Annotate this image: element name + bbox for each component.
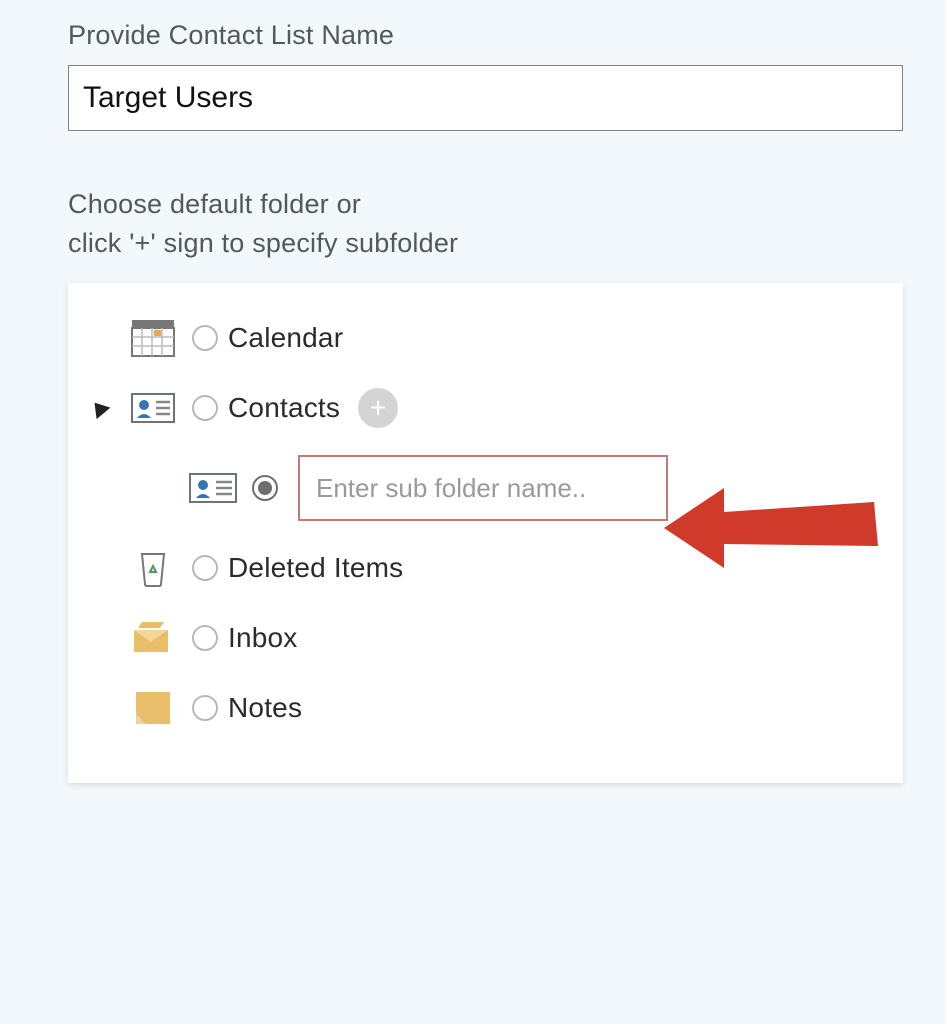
- radio-deleted[interactable]: [192, 555, 218, 581]
- add-subfolder-button[interactable]: +: [358, 388, 398, 428]
- deleted-items-icon: [128, 546, 178, 590]
- folder-tree-panel: Calendar Contacts +: [68, 283, 903, 783]
- expand-toggle-contacts[interactable]: [88, 397, 111, 419]
- inbox-icon: [128, 616, 178, 660]
- contacts-subfolder-icon: [188, 466, 238, 510]
- folder-label-calendar: Calendar: [228, 322, 343, 354]
- radio-notes[interactable]: [192, 695, 218, 721]
- contacts-icon: [128, 386, 178, 430]
- folder-row-contacts: Contacts +: [88, 373, 883, 443]
- radio-calendar[interactable]: [192, 325, 218, 351]
- folder-row-notes: Notes: [88, 673, 883, 743]
- folder-label-notes: Notes: [228, 692, 302, 724]
- folder-label-contacts: Contacts: [228, 392, 340, 424]
- subfolder-name-input[interactable]: Enter sub folder name..: [298, 455, 668, 521]
- folder-label-inbox: Inbox: [228, 622, 298, 654]
- folder-instruction: Choose default folder or click '+' sign …: [68, 185, 906, 263]
- contact-list-name-input[interactable]: Target Users: [68, 65, 903, 131]
- folder-row-calendar: Calendar: [88, 303, 883, 373]
- contact-list-name-label: Provide Contact List Name: [68, 20, 906, 51]
- notes-icon: [128, 686, 178, 730]
- calendar-icon: [128, 316, 178, 360]
- instruction-line-2: click '+' sign to specify subfolder: [68, 228, 458, 258]
- instruction-line-1: Choose default folder or: [68, 189, 361, 219]
- radio-subfolder[interactable]: [252, 475, 278, 501]
- subfolder-row: Enter sub folder name..: [88, 453, 883, 523]
- folder-row-inbox: Inbox: [88, 603, 883, 673]
- folder-row-deleted: Deleted Items: [88, 533, 883, 603]
- folder-label-deleted: Deleted Items: [228, 552, 403, 584]
- radio-inbox[interactable]: [192, 625, 218, 651]
- radio-contacts[interactable]: [192, 395, 218, 421]
